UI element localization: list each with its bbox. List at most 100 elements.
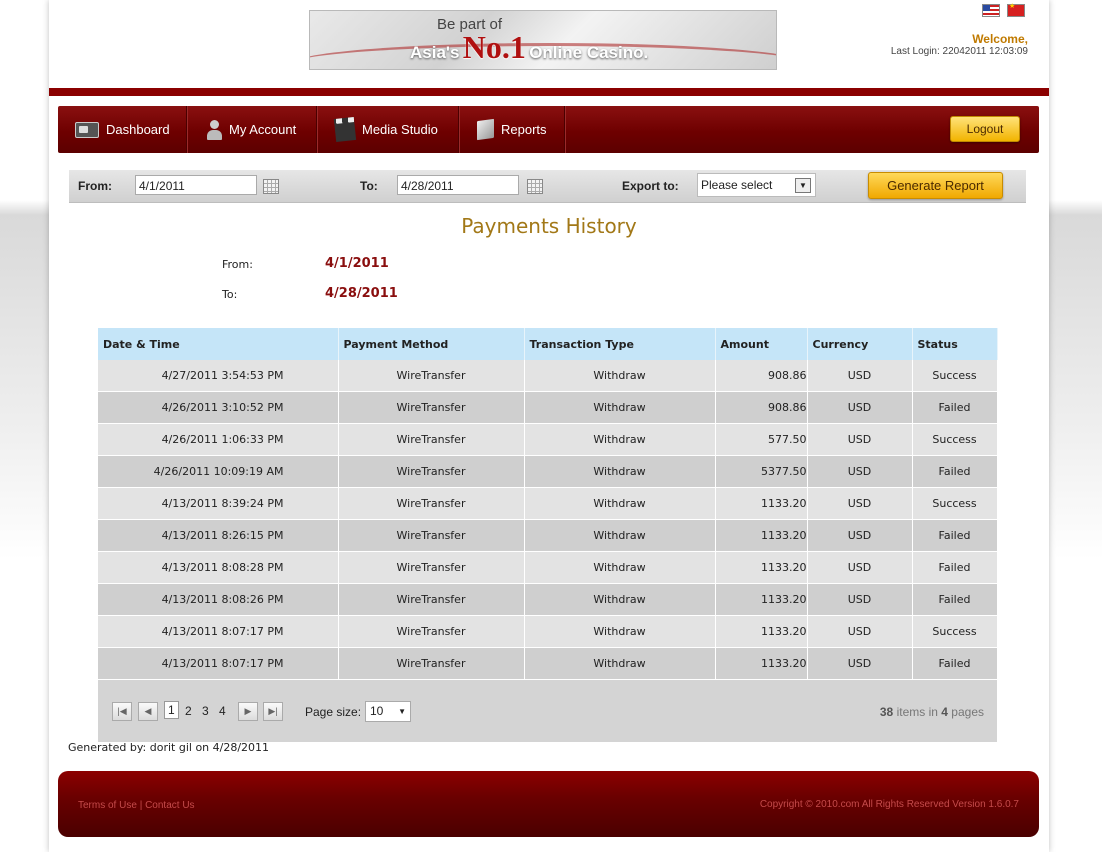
cell-date-time: 4/13/2011 8:26:15 PM bbox=[98, 519, 339, 552]
page-size-select[interactable]: 10 ▼ bbox=[365, 701, 411, 722]
page-4[interactable]: 4 bbox=[219, 704, 226, 718]
cell-transaction-type: Withdraw bbox=[524, 487, 716, 520]
table-row[interactable]: 4/13/2011 8:07:17 PM WireTransfer Withdraw… bbox=[98, 647, 998, 680]
cell-currency: USD bbox=[807, 615, 913, 648]
chevron-down-icon: ▼ bbox=[795, 178, 811, 193]
page-3[interactable]: 3 bbox=[202, 704, 209, 718]
report-filter-bar: From: 4/1/2011 To: 4/28/2011 Export to: … bbox=[69, 170, 1026, 203]
cell-currency: USD bbox=[807, 551, 913, 584]
table-row[interactable]: 4/26/2011 1:06:33 PM WireTransfer Withdraw… bbox=[98, 423, 998, 456]
main-nav: Dashboard My Account Media Studio Report… bbox=[58, 106, 1039, 153]
user-icon bbox=[206, 119, 222, 140]
header-amount[interactable]: Amount bbox=[715, 328, 808, 360]
table-row[interactable]: 4/13/2011 8:08:26 PM WireTransfer Withdraw… bbox=[98, 583, 998, 616]
cell-payment-method: WireTransfer bbox=[338, 647, 525, 680]
payments-grid: Date & Time Payment Method Transaction T… bbox=[98, 328, 998, 742]
header-status[interactable]: Status bbox=[912, 328, 998, 360]
cell-status: Failed bbox=[912, 455, 998, 488]
cell-payment-method: WireTransfer bbox=[338, 391, 525, 424]
china-flag-icon[interactable] bbox=[1007, 2, 1025, 17]
cell-status: Failed bbox=[912, 551, 998, 584]
next-page-icon[interactable]: ▶ bbox=[238, 702, 258, 721]
generate-report-button[interactable]: Generate Report bbox=[868, 172, 1003, 199]
terms-link[interactable]: Terms of Use bbox=[78, 800, 137, 811]
table-row[interactable]: 4/26/2011 3:10:52 PM WireTransfer Withdraw… bbox=[98, 391, 998, 424]
nav-my-account[interactable]: My Account bbox=[187, 106, 317, 153]
from-calendar-icon[interactable] bbox=[263, 179, 279, 194]
cell-date-time: 4/13/2011 8:08:26 PM bbox=[98, 583, 339, 616]
clapperboard-icon bbox=[333, 117, 357, 142]
table-row[interactable]: 4/13/2011 8:39:24 PM WireTransfer Withdraw… bbox=[98, 487, 998, 520]
header-payment-method[interactable]: Payment Method bbox=[338, 328, 525, 360]
last-page-icon[interactable]: ▶| bbox=[263, 702, 283, 721]
table-body: 4/27/2011 3:54:53 PM WireTransfer Withdraw… bbox=[98, 360, 998, 680]
cell-date-time: 4/27/2011 3:54:53 PM bbox=[98, 360, 339, 392]
generated-by-text: Generated by: dorit gil on 4/28/2011 bbox=[68, 741, 270, 754]
table-row[interactable]: 4/26/2011 10:09:19 AM WireTransfer Withdra… bbox=[98, 455, 998, 488]
chevron-down-icon: ▼ bbox=[398, 707, 406, 716]
cell-payment-method: WireTransfer bbox=[338, 455, 525, 488]
cell-amount: 577.50 bbox=[715, 423, 808, 456]
header-currency[interactable]: Currency bbox=[807, 328, 913, 360]
nav-dashboard[interactable]: Dashboard bbox=[58, 106, 187, 153]
export-select[interactable]: Please select ▼ bbox=[697, 173, 816, 197]
cell-payment-method: WireTransfer bbox=[338, 583, 525, 616]
first-page-icon[interactable]: |◀ bbox=[112, 702, 132, 721]
cell-transaction-type: Withdraw bbox=[524, 360, 716, 392]
page-1[interactable]: 1 bbox=[164, 701, 179, 719]
cell-payment-method: WireTransfer bbox=[338, 519, 525, 552]
banner-line2: Asia's No.1 Online Casino. bbox=[410, 29, 648, 66]
nav-reports[interactable]: Reports bbox=[459, 106, 565, 153]
cell-currency: USD bbox=[807, 647, 913, 680]
copyright-text: Copyright © 2010.com All Rights Reserved… bbox=[759, 799, 1019, 810]
from-date-input[interactable]: 4/1/2011 bbox=[135, 175, 257, 195]
casino-banner[interactable]: Be part of Asia's No.1 Online Casino. bbox=[309, 10, 777, 70]
to-date-input[interactable]: 4/28/2011 bbox=[397, 175, 519, 195]
export-select-value: Please select bbox=[701, 178, 773, 192]
us-flag-icon[interactable] bbox=[982, 4, 1000, 17]
to-calendar-icon[interactable] bbox=[527, 179, 543, 194]
cell-currency: USD bbox=[807, 423, 913, 456]
footer-links: Terms of Use | Contact Us bbox=[78, 800, 195, 811]
cell-date-time: 4/13/2011 8:08:28 PM bbox=[98, 551, 339, 584]
cell-currency: USD bbox=[807, 391, 913, 424]
range-to-label: To: bbox=[222, 288, 238, 301]
table-row[interactable]: 4/13/2011 8:08:28 PM WireTransfer Withdraw… bbox=[98, 551, 998, 584]
cell-currency: USD bbox=[807, 360, 913, 392]
footer: Terms of Use | Contact Us Copyright © 20… bbox=[58, 771, 1039, 837]
logout-button[interactable]: Logout bbox=[950, 116, 1020, 142]
cell-date-time: 4/13/2011 8:39:24 PM bbox=[98, 487, 339, 520]
items-mid: items in bbox=[896, 705, 938, 719]
pages-total: 4 bbox=[941, 705, 948, 719]
from-label: From: bbox=[78, 179, 112, 193]
footer-separator: | bbox=[139, 800, 143, 811]
cell-payment-method: WireTransfer bbox=[338, 360, 525, 392]
header-date-time[interactable]: Date & Time bbox=[98, 328, 339, 360]
table-row[interactable]: 4/13/2011 8:07:17 PM WireTransfer Withdraw… bbox=[98, 615, 998, 648]
cell-status: Success bbox=[912, 615, 998, 648]
cell-currency: USD bbox=[807, 455, 913, 488]
cell-currency: USD bbox=[807, 487, 913, 520]
cell-currency: USD bbox=[807, 519, 913, 552]
range-from-label: From: bbox=[222, 258, 253, 271]
cell-transaction-type: Withdraw bbox=[524, 615, 716, 648]
cell-transaction-type: Withdraw bbox=[524, 519, 716, 552]
prev-page-icon[interactable]: ◀ bbox=[138, 702, 158, 721]
banner-casino: Online Casino. bbox=[529, 43, 649, 62]
cell-amount: 1133.20 bbox=[715, 615, 808, 648]
cell-date-time: 4/13/2011 8:07:17 PM bbox=[98, 615, 339, 648]
cell-status: Success bbox=[912, 423, 998, 456]
table-row[interactable]: 4/27/2011 3:54:53 PM WireTransfer Withdraw… bbox=[98, 360, 998, 392]
nav-media-studio[interactable]: Media Studio bbox=[317, 106, 459, 153]
table-row[interactable]: 4/13/2011 8:26:15 PM WireTransfer Withdraw… bbox=[98, 519, 998, 552]
page-2[interactable]: 2 bbox=[185, 704, 192, 718]
items-total: 38 bbox=[879, 705, 894, 719]
cell-status: Failed bbox=[912, 647, 998, 680]
export-label: Export to: bbox=[622, 179, 679, 193]
cell-currency: USD bbox=[807, 583, 913, 616]
cell-amount: 1133.20 bbox=[715, 583, 808, 616]
range-to-value: 4/28/2011 bbox=[325, 286, 398, 301]
cell-amount: 1133.20 bbox=[715, 487, 808, 520]
contact-link[interactable]: Contact Us bbox=[145, 800, 194, 811]
header-transaction-type[interactable]: Transaction Type bbox=[524, 328, 716, 360]
